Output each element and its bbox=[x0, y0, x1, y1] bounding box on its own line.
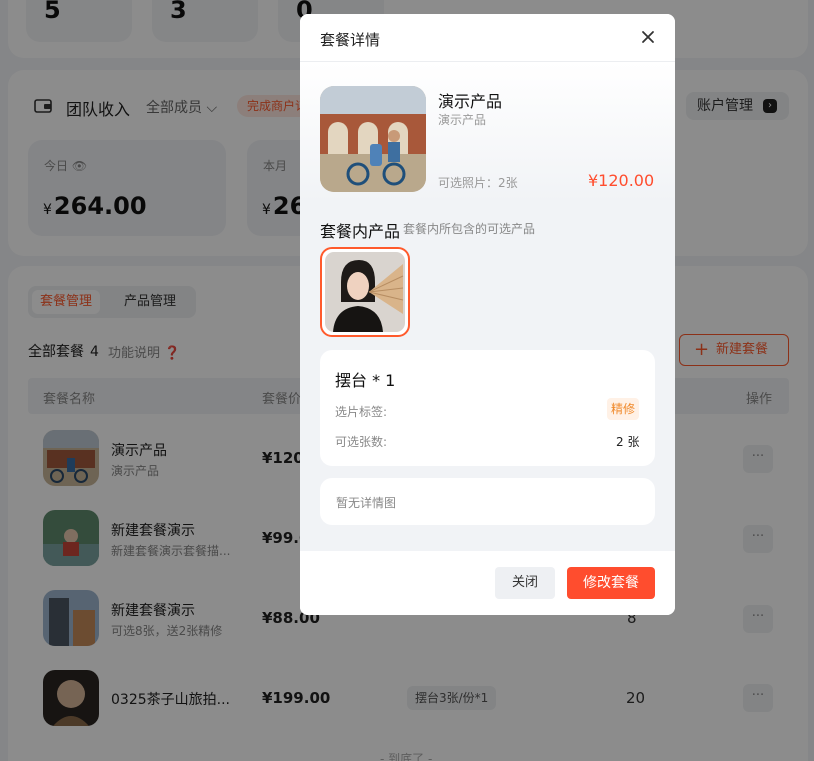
count-value: 2 张 bbox=[616, 435, 640, 449]
modal-footer: 关闭 修改套餐 bbox=[300, 551, 675, 615]
section-subtitle: 套餐内所包含的可选产品 bbox=[403, 222, 536, 236]
product-name: 演示产品 bbox=[438, 92, 503, 111]
item-title: 摆台 * 1 bbox=[335, 371, 396, 390]
modal-header: 套餐详情 bbox=[300, 14, 675, 62]
selectable-photos: 可选照片：2张 bbox=[438, 176, 518, 190]
product-image bbox=[320, 86, 426, 192]
section-title: 套餐内产品 bbox=[320, 222, 401, 241]
no-detail-text: 暂无详情图 bbox=[336, 496, 397, 510]
modal-title: 套餐详情 bbox=[320, 31, 381, 49]
product-subtitle: 演示产品 bbox=[438, 113, 487, 127]
tag-label: 选片标签: bbox=[335, 405, 388, 419]
close-icon[interactable] bbox=[639, 28, 657, 46]
count-label: 可选张数: bbox=[335, 435, 388, 449]
package-detail-modal: 套餐详情 演示产品 演示产品 可选照片：2张 ¥120.00 套餐内产品 套餐内… bbox=[300, 14, 675, 615]
no-detail-card: 暂无详情图 bbox=[320, 478, 655, 525]
selected-product-thumbnail[interactable] bbox=[320, 247, 410, 337]
product-price: ¥120.00 bbox=[588, 171, 655, 190]
retouch-tag: 精修 bbox=[607, 398, 640, 420]
close-button[interactable]: 关闭 bbox=[495, 567, 555, 599]
product-info-card: 摆台 * 1 选片标签: 精修 可选张数: 2 张 bbox=[320, 350, 655, 466]
edit-package-button[interactable]: 修改套餐 bbox=[567, 567, 655, 599]
